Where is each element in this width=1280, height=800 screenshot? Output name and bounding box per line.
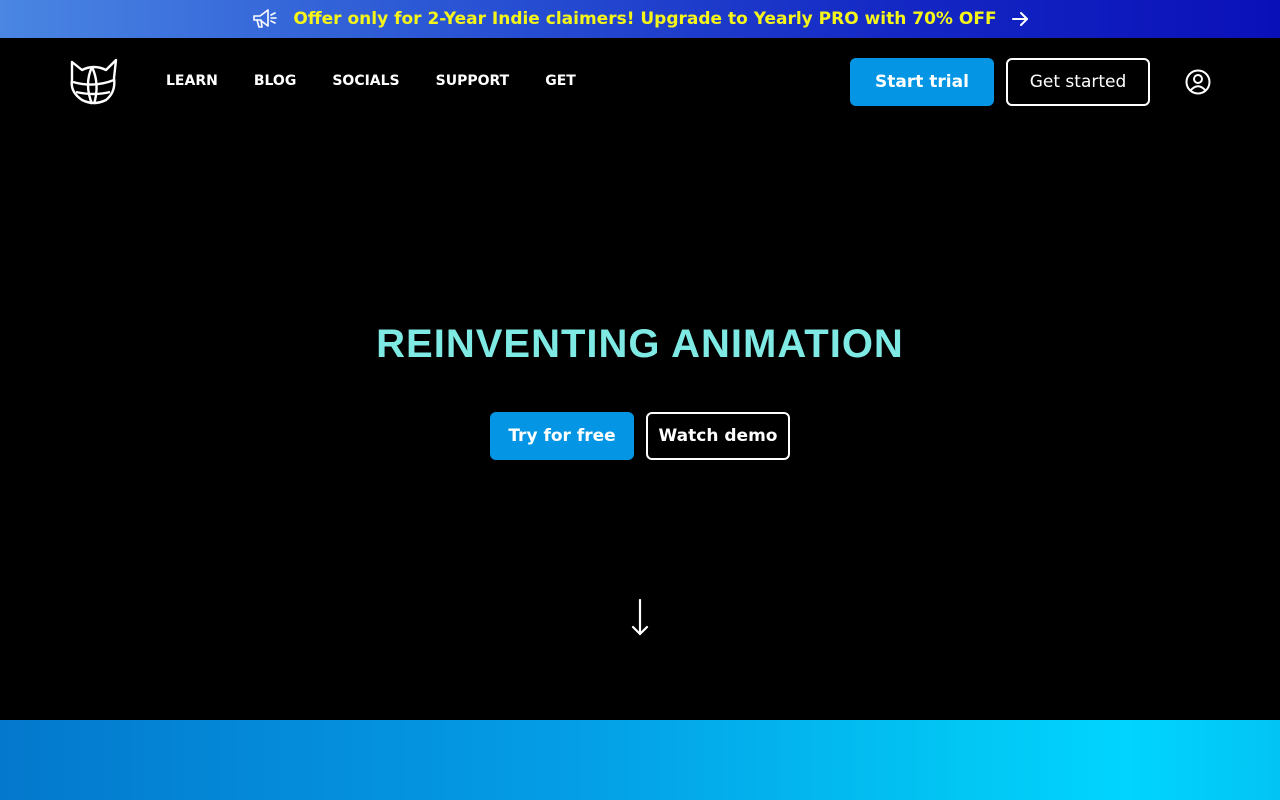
arrow-down-icon[interactable]	[628, 598, 652, 638]
top-navigation: LEARN BLOG SOCIALS SUPPORT GET Start tri…	[0, 38, 1280, 126]
nav-learn[interactable]: LEARN	[166, 73, 218, 89]
gradient-section	[0, 720, 1280, 800]
start-trial-button[interactable]: Start trial	[850, 58, 994, 106]
promo-banner[interactable]: Offer only for 2-Year Indie claimers! Up…	[0, 0, 1280, 38]
cat-globe-logo[interactable]	[68, 58, 120, 106]
get-started-button[interactable]: Get started	[1006, 58, 1150, 106]
watch-demo-button[interactable]: Watch demo	[646, 412, 790, 460]
arrow-right-icon	[1011, 11, 1029, 27]
nav-socials[interactable]: SOCIALS	[332, 73, 399, 89]
nav-get[interactable]: GET	[545, 73, 576, 89]
megaphone-icon	[251, 7, 279, 31]
try-for-free-button[interactable]: Try for free	[490, 412, 634, 460]
main-menu: LEARN BLOG SOCIALS SUPPORT GET	[166, 73, 612, 89]
hero-title: REINVENTING ANIMATION	[376, 322, 904, 366]
promo-text: Offer only for 2-Year Indie claimers! Up…	[293, 9, 997, 29]
nav-blog[interactable]: BLOG	[254, 73, 297, 89]
user-circle-icon[interactable]	[1185, 69, 1211, 95]
nav-support[interactable]: SUPPORT	[436, 73, 510, 89]
